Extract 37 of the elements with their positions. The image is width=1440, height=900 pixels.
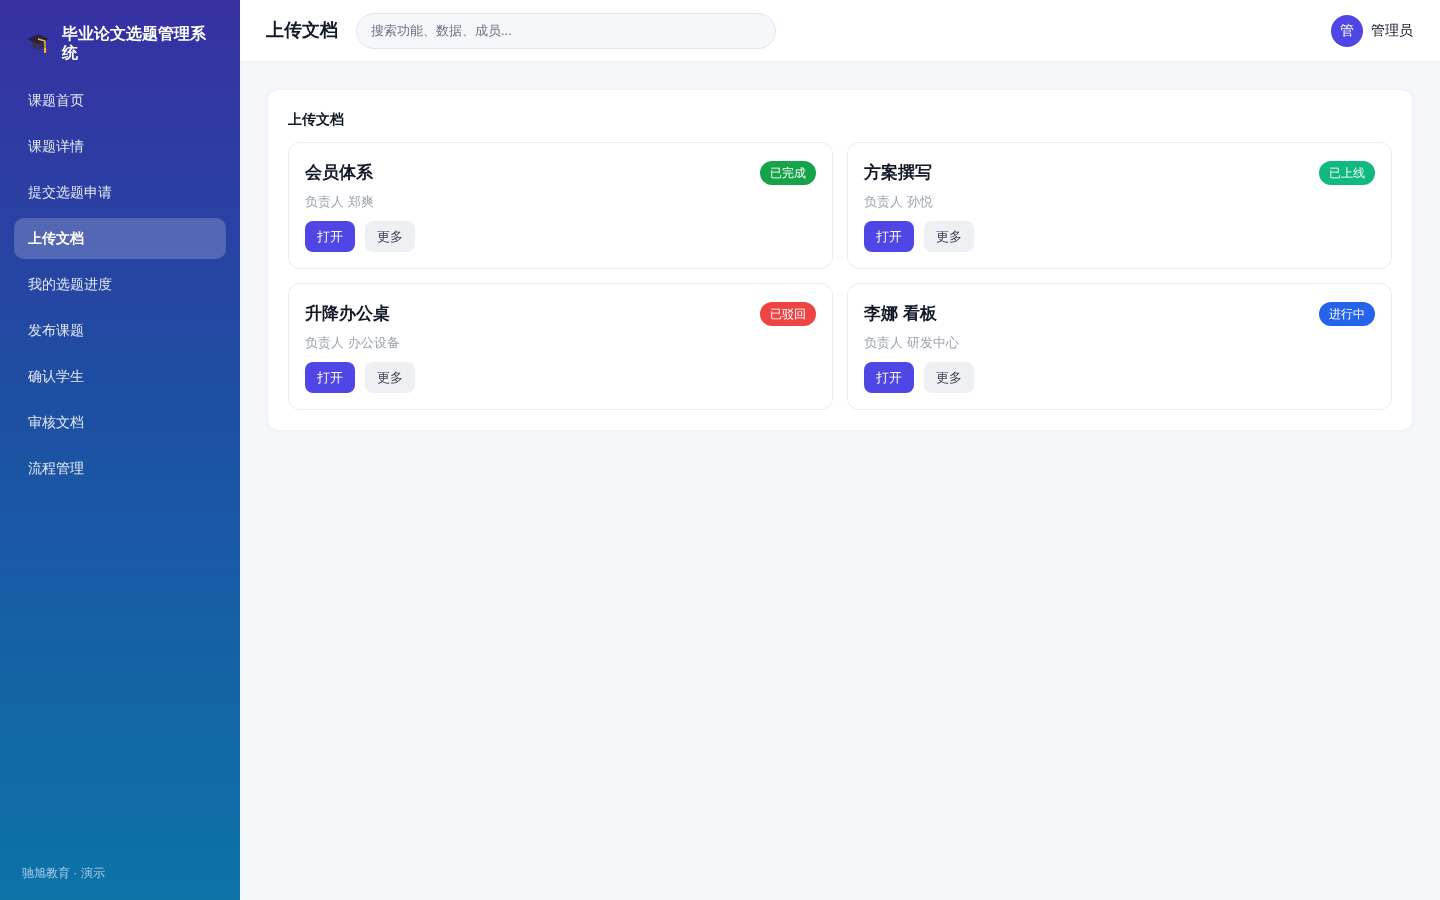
owner-text: 负责人 办公设备 — [305, 334, 401, 352]
more-button[interactable]: 更多 — [924, 221, 974, 252]
card-title: 会员体系 — [305, 162, 373, 185]
more-button[interactable]: 更多 — [365, 362, 415, 393]
status-badge: 已上线 — [1319, 161, 1375, 185]
sidebar-nav-item[interactable]: 课题首页 — [14, 80, 226, 121]
open-button[interactable]: 打开 — [305, 221, 355, 252]
sidebar-nav-item[interactable]: 我的选题进度 — [14, 264, 226, 305]
sidebar-nav-item[interactable]: 课题详情 — [14, 126, 226, 167]
sidebar-nav-item[interactable]: 审核文档 — [14, 402, 226, 443]
sidebar-nav-item[interactable]: 上传文档 — [14, 218, 226, 259]
owner-text: 负责人 研发中心 — [864, 334, 960, 352]
open-button[interactable]: 打开 — [864, 221, 914, 252]
page-title: 上传文档 — [266, 19, 338, 42]
app-title: 毕业论文选题管理系统 — [62, 24, 207, 62]
card-title: 李娜 看板 — [864, 303, 937, 326]
sidebar-nav-item[interactable]: 流程管理 — [14, 448, 226, 489]
open-button[interactable]: 打开 — [864, 362, 914, 393]
open-button[interactable]: 打开 — [305, 362, 355, 393]
status-badge: 已驳回 — [760, 302, 816, 326]
sidebar-nav-item[interactable]: 提交选题申请 — [14, 172, 226, 213]
search-field[interactable]: 搜索功能、数据、成员... — [356, 12, 776, 49]
more-button[interactable]: 更多 — [924, 362, 974, 393]
sidebar-nav-item[interactable]: 发布课题 — [14, 310, 226, 351]
status-badge: 进行中 — [1319, 302, 1375, 326]
owner-text: 负责人 孙悦 — [864, 193, 934, 211]
panel-title: 上传文档 — [288, 110, 345, 128]
card-title: 方案撰写 — [864, 162, 932, 185]
status-badge: 已完成 — [760, 161, 816, 185]
user-avatar[interactable]: 管 — [1331, 14, 1363, 47]
user-name: 管理员 — [1371, 21, 1413, 40]
sidebar-footer-text: 驰旭教育 · 演示 — [21, 865, 106, 882]
more-button[interactable]: 更多 — [365, 221, 415, 252]
owner-text: 负责人 郑爽 — [305, 193, 375, 211]
graduation-cap-icon — [26, 32, 50, 54]
sidebar-nav-item[interactable]: 确认学生 — [14, 356, 226, 397]
card-title: 升降办公桌 — [305, 303, 390, 326]
